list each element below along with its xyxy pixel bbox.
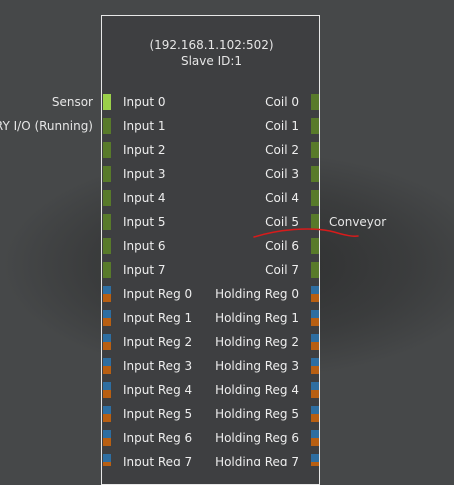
holding-reg-1-port[interactable] — [311, 310, 319, 326]
input-reg-2-label: Input Reg 2 — [123, 335, 193, 349]
pin-row: Input 0 Coil 0 — [0, 90, 454, 114]
pin-row: Input Reg 3 Holding Reg 3 — [0, 354, 454, 378]
coil-3-port[interactable] — [311, 166, 319, 182]
holding-reg-4-port[interactable] — [311, 382, 319, 398]
node-slave-id: Slave ID:1 — [180, 54, 243, 68]
holding-reg-4-label: Holding Reg 4 — [215, 383, 299, 397]
input-3-port[interactable] — [103, 166, 111, 182]
coil-0-label: Coil 0 — [265, 95, 299, 109]
input-reg-4-port[interactable] — [103, 382, 111, 398]
input-reg-5-port[interactable] — [103, 406, 111, 422]
pin-row: Input Reg 5 Holding Reg 5 — [0, 402, 454, 426]
pin-row: Input Reg 4 Holding Reg 4 — [0, 378, 454, 402]
holding-reg-7-label: Holding Reg 7 — [215, 455, 299, 466]
input-reg-3-label: Input Reg 3 — [123, 359, 193, 373]
input-6-label: Input 6 — [123, 239, 166, 253]
coil-6-label: Coil 6 — [265, 239, 299, 253]
input-reg-2-port[interactable] — [103, 334, 111, 350]
input-reg-4-label: Input Reg 4 — [123, 383, 193, 397]
holding-reg-0-label: Holding Reg 0 — [215, 287, 299, 301]
holding-reg-6-label: Holding Reg 6 — [215, 431, 299, 445]
holding-reg-2-port[interactable] — [311, 334, 319, 350]
input-reg-0-label: Input Reg 0 — [123, 287, 193, 301]
pin-row: Input 2 Coil 2 — [0, 138, 454, 162]
input-reg-6-port[interactable] — [103, 430, 111, 446]
input-2-label: Input 2 — [123, 143, 166, 157]
pin-row: Input Reg 1 Holding Reg 1 — [0, 306, 454, 330]
input-7-label: Input 7 — [123, 263, 166, 277]
input-reg-1-port[interactable] — [103, 310, 111, 326]
input-reg-5-label: Input Reg 5 — [123, 407, 193, 421]
input-3-label: Input 3 — [123, 167, 166, 181]
holding-reg-3-port[interactable] — [311, 358, 319, 374]
holding-reg-7-port[interactable] — [311, 454, 319, 466]
input-5-label: Input 5 — [123, 215, 166, 229]
pin-row: Input Reg 0 Holding Reg 0 — [0, 282, 454, 306]
holding-reg-5-port[interactable] — [311, 406, 319, 422]
input-reg-0-port[interactable] — [103, 286, 111, 302]
input-reg-6-label: Input Reg 6 — [123, 431, 193, 445]
holding-reg-6-port[interactable] — [311, 430, 319, 446]
input-reg-3-port[interactable] — [103, 358, 111, 374]
coil-7-port[interactable] — [311, 262, 319, 278]
input-2-port[interactable] — [103, 142, 111, 158]
pin-row: Input Reg 7 Holding Reg 7 — [0, 450, 454, 466]
pin-row: Input 5 Coil 5 — [0, 210, 454, 234]
pin-row: Input Reg 6 Holding Reg 6 — [0, 426, 454, 450]
holding-reg-5-label: Holding Reg 5 — [215, 407, 299, 421]
input-5-port[interactable] — [103, 214, 111, 230]
coil-1-label: Coil 1 — [265, 119, 299, 133]
holding-reg-3-label: Holding Reg 3 — [215, 359, 299, 373]
coil-0-port[interactable] — [311, 94, 319, 110]
pin-row: Input 4 Coil 4 — [0, 186, 454, 210]
coil-4-port[interactable] — [311, 190, 319, 206]
input-reg-7-port[interactable] — [103, 454, 111, 466]
coil-1-port[interactable] — [311, 118, 319, 134]
input-reg-1-label: Input Reg 1 — [123, 311, 193, 325]
pin-row: Input 3 Coil 3 — [0, 162, 454, 186]
input-1-label: Input 1 — [123, 119, 166, 133]
input-6-port[interactable] — [103, 238, 111, 254]
coil-5-port[interactable] — [311, 214, 319, 230]
holding-reg-2-label: Holding Reg 2 — [215, 335, 299, 349]
coil-6-port[interactable] — [311, 238, 319, 254]
input-4-port[interactable] — [103, 190, 111, 206]
pin-row: Input 1 Coil 1 — [0, 114, 454, 138]
input-0-port[interactable] — [103, 94, 111, 110]
input-reg-7-label: Input Reg 7 — [123, 455, 193, 466]
coil-4-label: Coil 4 — [265, 191, 299, 205]
input-0-label: Input 0 — [123, 95, 166, 109]
coil-3-label: Coil 3 — [265, 167, 299, 181]
holding-reg-1-label: Holding Reg 1 — [215, 311, 299, 325]
pin-row: Input 7 Coil 7 — [0, 258, 454, 282]
coil-7-label: Coil 7 — [265, 263, 299, 277]
coil-2-label: Coil 2 — [265, 143, 299, 157]
holding-reg-0-port[interactable] — [311, 286, 319, 302]
input-7-port[interactable] — [103, 262, 111, 278]
node-address: (192.168.1.102:502) — [149, 38, 274, 52]
input-1-port[interactable] — [103, 118, 111, 134]
pin-row: Input 6 Coil 6 — [0, 234, 454, 258]
input-4-label: Input 4 — [123, 191, 166, 205]
coil-2-port[interactable] — [311, 142, 319, 158]
pin-row: Input Reg 2 Holding Reg 2 — [0, 330, 454, 354]
coil-5-label: Coil 5 — [265, 215, 299, 229]
